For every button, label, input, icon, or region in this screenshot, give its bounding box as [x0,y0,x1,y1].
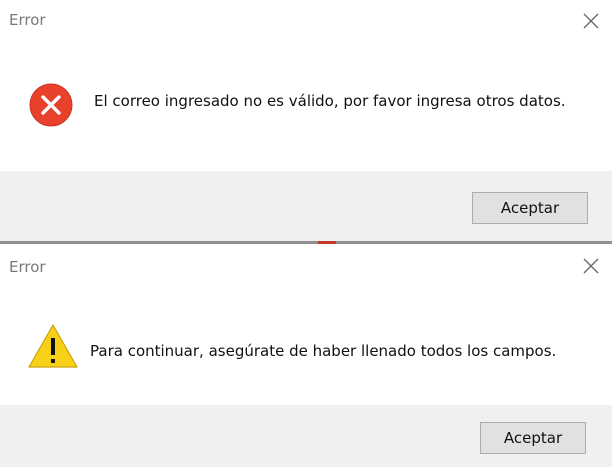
dialog-message: El correo ingresado no es válido, por fa… [94,92,566,110]
close-icon[interactable] [580,255,602,277]
warning-icon [27,322,79,370]
dialog-title: Error [9,258,46,276]
error-dialog-invalid-email: Error El correo ingresado no es válido, … [0,0,612,241]
dialog-footer: Aceptar [0,405,612,467]
aceptar-button[interactable]: Aceptar [472,192,588,224]
aceptar-button[interactable]: Aceptar [480,422,586,454]
dialog-footer: Aceptar [0,171,612,241]
error-icon [28,82,74,128]
warning-dialog-missing-fields: Error Para continuar, asegúrate de haber… [0,244,612,467]
dialog-message: Para continuar, asegúrate de haber llena… [90,342,557,360]
close-icon[interactable] [580,10,602,32]
dialog-title: Error [9,11,46,29]
